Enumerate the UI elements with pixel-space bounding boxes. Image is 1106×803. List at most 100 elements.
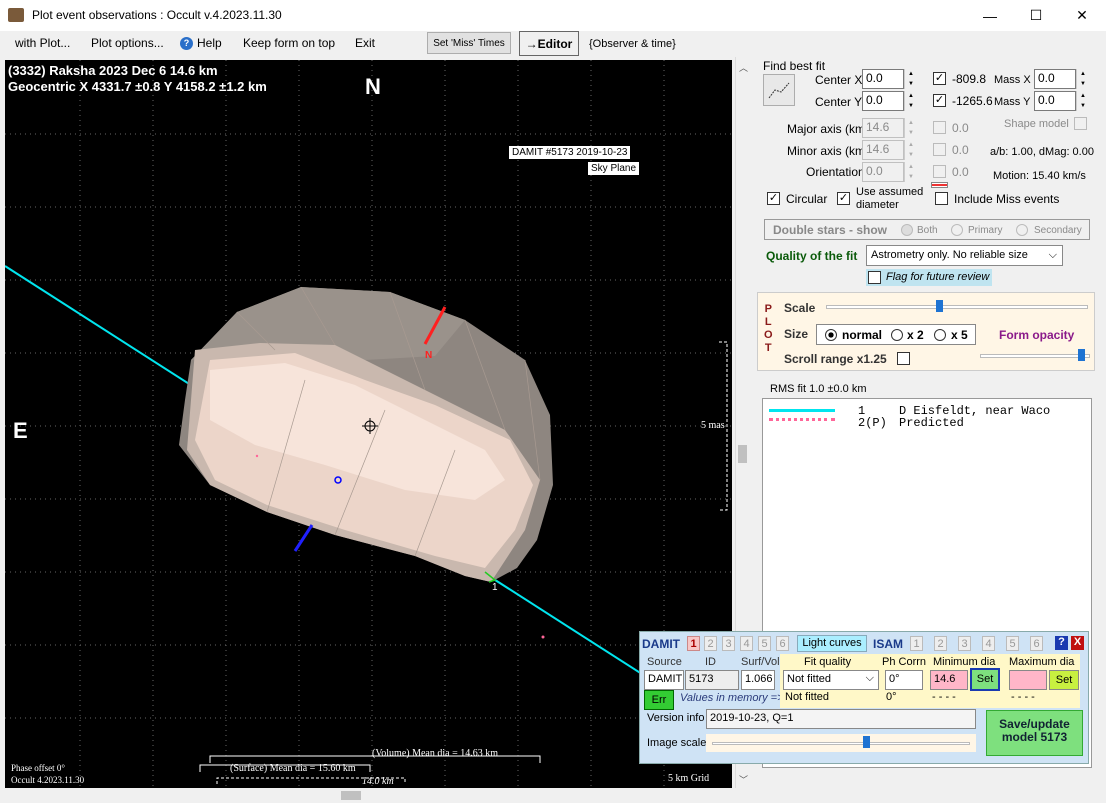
secondary-radio[interactable] — [1016, 224, 1028, 236]
ph-corr-field[interactable]: 0° — [885, 670, 923, 690]
mass-y-input[interactable]: 0.0 — [1034, 91, 1076, 111]
min-set-button[interactable]: Set — [970, 668, 1000, 691]
image-scale-slider[interactable] — [706, 734, 976, 752]
orientation-input[interactable]: 0.0 — [862, 162, 904, 182]
damit-tab-3[interactable]: 3 — [722, 636, 735, 651]
primary-radio[interactable] — [951, 224, 963, 236]
close-icon[interactable]: X — [1071, 636, 1084, 650]
help-icon[interactable]: ? — [1055, 636, 1068, 650]
find-best-fit-button[interactable] — [763, 74, 795, 106]
spin-arrows-icon[interactable]: ▲ ▼ — [1076, 69, 1089, 89]
circular-checkbox[interactable]: ✓ — [767, 192, 780, 205]
isam-tab-3[interactable]: 3 — [958, 636, 971, 651]
center-x-spinner[interactable]: 0.0 ▲ ▼ — [862, 69, 917, 89]
editor-button[interactable]: →Editor — [519, 31, 579, 56]
minor-axis-checkbox[interactable] — [933, 143, 946, 156]
scale-thumb[interactable] — [935, 300, 943, 312]
damit-tab-6[interactable]: 6 — [776, 636, 789, 651]
vscroll-thumb[interactable] — [738, 445, 747, 463]
menu-exit[interactable]: Exit — [355, 36, 375, 50]
center-y-input[interactable]: 0.0 — [862, 91, 904, 111]
menu-plot-options[interactable]: Plot options... — [91, 36, 164, 50]
damit-tab-4[interactable]: 4 — [740, 636, 753, 651]
fit-quality-dropdown[interactable]: Not fitted ⌵ — [783, 670, 879, 690]
mass-x-input[interactable]: 0.0 — [1034, 69, 1076, 89]
menu-help[interactable]: ? Help — [180, 36, 222, 50]
isam-tab-4[interactable]: 4 — [982, 636, 995, 651]
light-curves-button[interactable]: Light curves — [797, 635, 867, 652]
center-y-spinner[interactable]: 0.0 ▲ ▼ — [862, 91, 917, 111]
flag-review-checkbox[interactable] — [868, 271, 881, 284]
orientation-spinner[interactable]: 0.0 ▲ ▼ — [862, 162, 917, 182]
minor-axis-spinner[interactable]: 14.6 ▲ ▼ — [862, 140, 917, 160]
flag-review-row[interactable]: Flag for future review — [866, 269, 992, 286]
orientation-checkbox[interactable] — [933, 165, 946, 178]
center-x-input[interactable]: 0.0 — [862, 69, 904, 89]
opacity-thumb[interactable] — [1077, 349, 1085, 361]
center-x-label: Center X — [815, 73, 863, 87]
mass-x-spinner[interactable]: 0.0 ▲ ▼ — [1034, 69, 1089, 89]
both-radio[interactable] — [901, 224, 913, 236]
close-button[interactable]: ✕ — [1059, 0, 1105, 31]
plot-title-line1: (3332) Raksha 2023 Dec 6 14.6 km — [8, 63, 218, 78]
major-axis-checkbox[interactable] — [933, 121, 946, 134]
both-label: Both — [917, 225, 938, 236]
isam-tab-1[interactable]: 1 — [910, 636, 923, 651]
minimize-button[interactable]: — — [967, 0, 1013, 31]
quality-dropdown[interactable]: Astrometry only. No reliable size ⌵ — [866, 245, 1063, 266]
damit-tab-5[interactable]: 5 — [758, 636, 771, 651]
hscroll-thumb[interactable] — [341, 791, 361, 800]
fit-x-checkbox[interactable]: ✓ — [933, 72, 946, 85]
err-button[interactable]: Err — [644, 690, 674, 710]
damit-tab-1[interactable]: 1 — [687, 636, 700, 651]
damit-sky-label: DAMIT #5173 2019-10-23 — [509, 146, 631, 159]
x5-radio[interactable] — [934, 329, 946, 341]
include-miss-checkbox[interactable] — [935, 192, 948, 205]
fit-y-checkbox[interactable]: ✓ — [933, 94, 946, 107]
minor-axis-c: 0.0 — [952, 143, 969, 157]
color-swatch[interactable] — [931, 182, 948, 188]
image-scale-thumb[interactable] — [862, 736, 870, 748]
x2-radio[interactable] — [891, 329, 903, 341]
major-axis-spinner[interactable]: 14.6 ▲ ▼ — [862, 118, 917, 138]
menu-with-plot[interactable]: with Plot... — [15, 36, 70, 50]
x2-label: x 2 — [907, 328, 924, 342]
opacity-slider[interactable] — [980, 348, 1090, 364]
spin-arrows-icon[interactable]: ▲ ▼ — [904, 140, 917, 160]
min-dia-memory: - - - - — [932, 691, 956, 703]
shape-model-checkbox[interactable] — [1074, 117, 1087, 130]
id-field[interactable]: 5173 — [685, 670, 739, 690]
spin-arrows-icon[interactable]: ▲ ▼ — [904, 162, 917, 182]
source-field[interactable]: DAMIT — [644, 670, 684, 690]
major-axis-input[interactable]: 14.6 — [862, 118, 904, 138]
mass-y-spinner[interactable]: 0.0 ▲ ▼ — [1034, 91, 1089, 111]
plot-canvas[interactable]: N 1 (3332) Raksha 2023 Dec 6 14.6 km Geo… — [5, 60, 732, 788]
spin-arrows-icon[interactable]: ▲ ▼ — [1076, 91, 1089, 111]
observer-time-label[interactable]: {Observer & time} — [589, 38, 676, 50]
isam-tab-6[interactable]: 6 — [1030, 636, 1043, 651]
max-dia-memory: - - - - — [1011, 691, 1035, 703]
use-assumed-checkbox[interactable]: ✓ — [837, 192, 850, 205]
save-update-button[interactable]: Save/update model 5173 — [986, 710, 1083, 756]
version-info-field[interactable]: 2019-10-23, Q=1 — [706, 709, 976, 729]
surf-field[interactable]: 1.066 — [741, 670, 775, 690]
plot-hscroll[interactable] — [5, 788, 732, 803]
max-set-button[interactable]: Set — [1049, 670, 1079, 690]
maximize-button[interactable]: ☐ — [1013, 0, 1059, 31]
min-dia-field[interactable]: 14.6 — [930, 670, 968, 690]
spin-arrows-icon[interactable]: ▲ ▼ — [904, 91, 917, 111]
normal-radio[interactable] — [825, 329, 837, 341]
minor-axis-input[interactable]: 14.6 — [862, 140, 904, 160]
vscroll-up-icon[interactable]: ︿ — [739, 61, 748, 74]
scroll-range-checkbox[interactable] — [897, 352, 910, 365]
damit-tab-2[interactable]: 2 — [704, 636, 717, 651]
max-dia-field[interactable] — [1009, 670, 1047, 690]
scale-slider[interactable] — [826, 299, 1088, 315]
menu-keep-on-top[interactable]: Keep form on top — [243, 36, 335, 50]
isam-tab-2[interactable]: 2 — [934, 636, 947, 651]
set-miss-times-button[interactable]: Set 'Miss' Times — [427, 32, 511, 54]
isam-tab-5[interactable]: 5 — [1006, 636, 1019, 651]
vscroll-down-icon[interactable]: ﹀ — [739, 773, 748, 786]
spin-arrows-icon[interactable]: ▲ ▼ — [904, 69, 917, 89]
spin-arrows-icon[interactable]: ▲ ▼ — [904, 118, 917, 138]
